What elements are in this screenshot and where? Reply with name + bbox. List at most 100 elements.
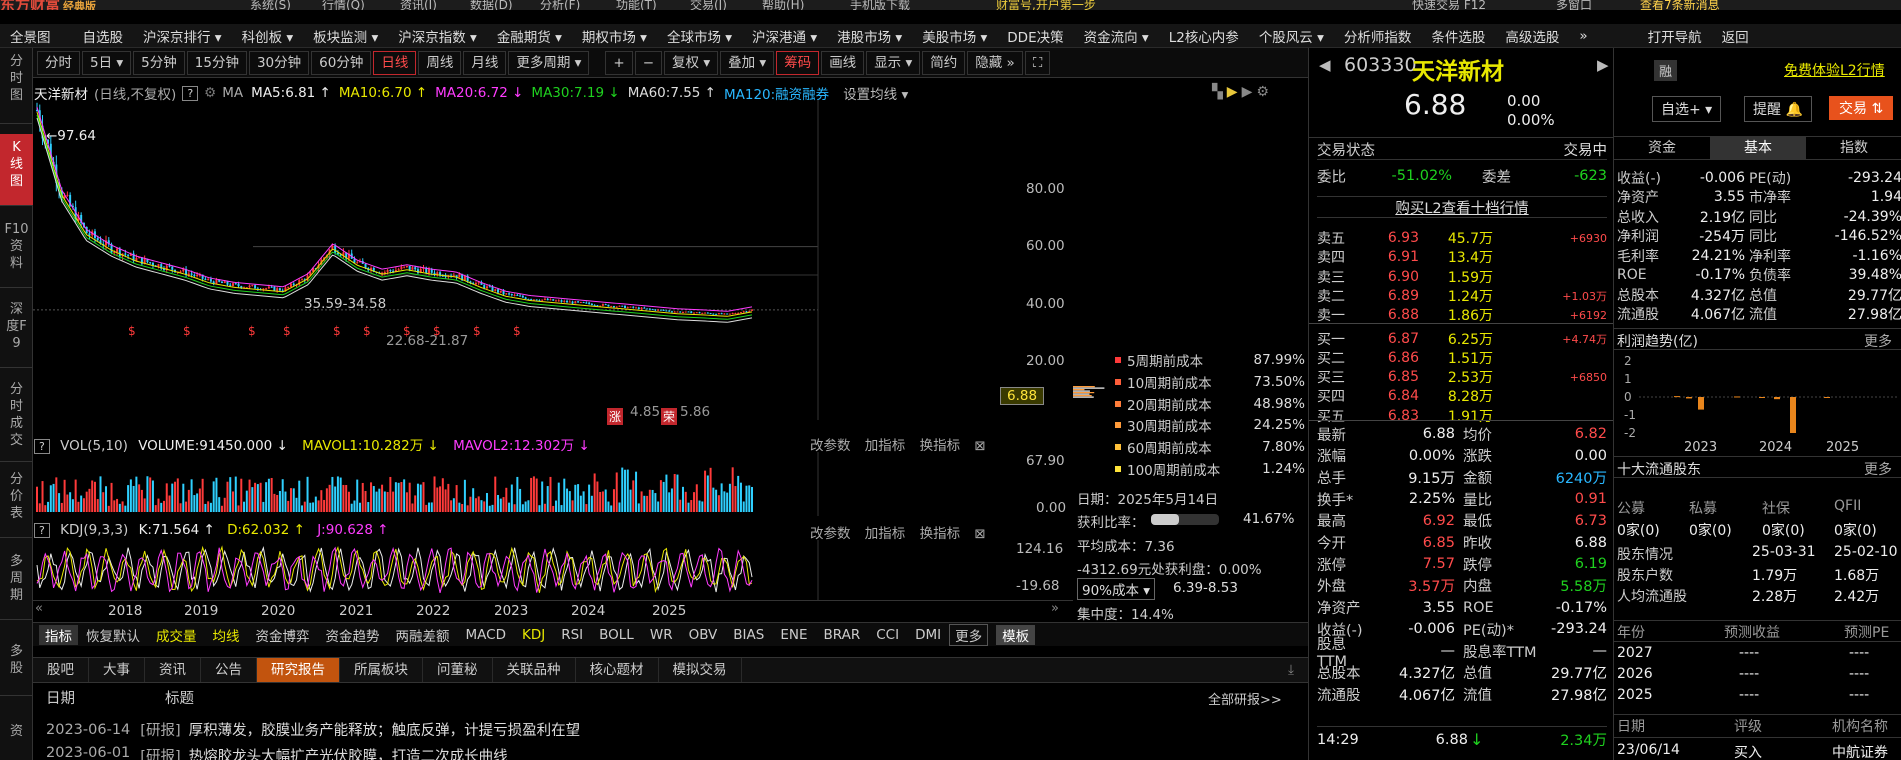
fullscreen-icon[interactable]: ⛶ xyxy=(1024,50,1051,75)
idx-tab-rsi[interactable]: RSI xyxy=(553,627,591,643)
news-row[interactable]: 2023-06-14 [研报] 厚积薄发，胶膜业务产能释放；触底反弹，计提亏损盈… xyxy=(46,719,580,740)
kdj-help-icon[interactable]: ? xyxy=(34,523,50,538)
quick-trade-button[interactable]: 快速交易 F12 xyxy=(1412,0,1486,10)
hide-button[interactable]: 隐藏 » xyxy=(967,50,1023,75)
period-5min[interactable]: 5分钟 xyxy=(133,50,185,75)
idx-tab-more[interactable]: 更多 xyxy=(949,623,989,646)
tab-sim-trade[interactable]: 模拟交易 xyxy=(659,658,742,682)
idx-tab-margin-diff[interactable]: 两融差额 xyxy=(388,625,458,645)
multi-window-button[interactable]: 多窗口 xyxy=(1556,0,1592,10)
view-price-table[interactable]: 分价表 xyxy=(0,466,33,538)
add-watchlist-button[interactable]: 自选+ ▾ xyxy=(1652,96,1722,122)
bid-level[interactable]: 买二 6.86 1.51万 xyxy=(1317,348,1607,368)
view-tick-trades[interactable]: 分时成交 xyxy=(0,376,33,462)
idx-tab-obv[interactable]: OBV xyxy=(681,627,726,643)
period-weekly[interactable]: 周线 xyxy=(418,50,462,75)
messages-link[interactable]: 查看7条新消息 xyxy=(1640,0,1720,10)
trade-button[interactable]: 交易 ⇅ xyxy=(1829,96,1894,120)
idx-tab-reset[interactable]: 恢复默认 xyxy=(78,625,148,645)
idx-tab-fund-trend[interactable]: 资金趋势 xyxy=(318,625,388,645)
draw-button[interactable]: 画线 xyxy=(821,50,865,75)
news-row[interactable]: 2023-06-01 [研报] 热熔胶龙头大幅扩产光伏胶膜，打造二次成长曲线 xyxy=(46,745,508,760)
nav-panorama[interactable]: 全景图 xyxy=(0,26,61,46)
idx-tab-wr[interactable]: WR xyxy=(642,627,681,643)
simple-button[interactable]: 简约 xyxy=(922,50,966,75)
nav-index[interactable]: 沪深京指数 ▾ xyxy=(388,26,487,46)
ask-level[interactable]: 卖五 6.93 45.7万 +6930 xyxy=(1317,228,1607,248)
bid-level[interactable]: 买一 6.87 6.25万 +4.74万 xyxy=(1317,329,1607,349)
idx-tab-dmi[interactable]: DMI xyxy=(907,627,949,643)
nav-star-market[interactable]: 科创板 ▾ xyxy=(232,26,304,46)
idx-tab-brar[interactable]: BRAR xyxy=(816,627,869,643)
view-f10[interactable]: F10资料 xyxy=(0,216,33,288)
tab-related[interactable]: 关联品种 xyxy=(493,658,576,682)
tab-events[interactable]: 大事 xyxy=(89,658,145,682)
overlay-button[interactable]: 叠加 ▾ xyxy=(720,50,775,75)
ask-level[interactable]: 卖二 6.89 1.24万 +1.03万 xyxy=(1317,286,1607,306)
bid-level[interactable]: 买三 6.85 2.53万 +6850 xyxy=(1317,367,1607,387)
download-icon[interactable]: ⤓ xyxy=(1274,658,1308,682)
nav-screener[interactable]: 条件选股 xyxy=(1421,26,1495,46)
idx-tab-ma[interactable]: 均线 xyxy=(205,625,248,645)
nav-analyst[interactable]: 分析师指数 xyxy=(1334,26,1422,46)
period-30min[interactable]: 30分钟 xyxy=(248,50,310,75)
view-multi-stock[interactable]: 多股 xyxy=(0,638,33,696)
period-15min[interactable]: 15分钟 xyxy=(186,50,247,75)
view-asset[interactable]: 资 xyxy=(0,718,33,758)
nav-back[interactable]: 返回 xyxy=(1712,26,1759,46)
kline-chart[interactable]: $ $ $ $ $ $ $ $ $ $ xyxy=(33,100,1073,420)
menu-trade[interactable]: 交易(J) xyxy=(690,0,727,10)
idx-tab-kdj[interactable]: KDJ xyxy=(514,627,553,643)
view-kline[interactable]: K线图 xyxy=(0,134,33,206)
nav-fund-flow[interactable]: 资金流向 ▾ xyxy=(1074,26,1159,46)
alert-button[interactable]: 提醒 🔔 xyxy=(1744,96,1812,122)
menu-function[interactable]: 功能(T) xyxy=(616,0,657,10)
volume-chart[interactable] xyxy=(33,452,1073,516)
menu-help[interactable]: 帮助(H) xyxy=(762,0,804,10)
scroll-left-icon[interactable]: « xyxy=(35,601,43,616)
idx-tab-indicators[interactable]: 指标 xyxy=(39,624,78,645)
menu-analysis[interactable]: 分析(F) xyxy=(540,0,580,10)
period-60min[interactable]: 60分钟 xyxy=(311,50,372,75)
all-research-link[interactable]: 全部研报>> xyxy=(1208,689,1282,708)
tab-sectors[interactable]: 所属板块 xyxy=(340,658,423,682)
idx-tab-cci[interactable]: CCI xyxy=(868,627,907,643)
chips-button[interactable]: 筹码 xyxy=(776,50,820,75)
tab-themes[interactable]: 核心题材 xyxy=(576,658,659,682)
tab-basic[interactable]: 基本 xyxy=(1710,137,1806,159)
view-timeshare[interactable]: 分时图 xyxy=(0,48,33,124)
next-stock-icon[interactable]: ▶ xyxy=(1597,56,1609,74)
nav-hk-connect[interactable]: 沪深港通 ▾ xyxy=(742,26,827,46)
tab-fund-flow[interactable]: 资金 xyxy=(1614,137,1710,159)
idx-tab-volume[interactable]: 成交量 xyxy=(148,625,205,645)
menu-quote[interactable]: 行情(Q) xyxy=(322,0,365,10)
menu-info[interactable]: 资讯(I) xyxy=(400,0,437,10)
help-icon[interactable]: ? xyxy=(182,85,199,101)
tab-announcements[interactable]: 公告 xyxy=(201,658,257,682)
nav-adv-screener[interactable]: 高级选股 xyxy=(1495,26,1569,46)
profit-more-link[interactable]: 更多 xyxy=(1864,331,1892,351)
free-l2-link[interactable]: 免费体验L2行情 xyxy=(1784,60,1885,80)
tab-research[interactable]: 研究报告 xyxy=(257,658,340,682)
menu-data[interactable]: 数据(D) xyxy=(470,0,513,10)
period-monthly[interactable]: 月线 xyxy=(463,50,507,75)
zoom-out-button[interactable]: − xyxy=(634,50,663,75)
holders-more-link[interactable]: 更多 xyxy=(1864,459,1892,479)
nav-hk-market[interactable]: 港股市场 ▾ xyxy=(827,26,912,46)
menu-system[interactable]: 系统(S) xyxy=(250,0,291,10)
tab-news[interactable]: 资讯 xyxy=(145,658,201,682)
nav-open-guide[interactable]: 打开导航 xyxy=(1638,26,1712,46)
cost-pct-select[interactable]: 90%成本 ▾ xyxy=(1077,578,1156,600)
ask-level[interactable]: 卖三 6.90 1.59万 xyxy=(1317,267,1607,287)
chart-tools-icon[interactable]: ▚▶▶⚙ xyxy=(1212,84,1273,100)
nav-l2[interactable]: L2核心内参 xyxy=(1159,26,1249,46)
nav-us-market[interactable]: 美股市场 ▾ xyxy=(912,26,997,46)
buy-l2-link[interactable]: 购买L2查看十档行情 xyxy=(1395,197,1528,218)
nav-options[interactable]: 期权市场 ▾ xyxy=(572,26,657,46)
mobile-download-link[interactable]: 手机版下载 xyxy=(850,0,910,10)
zoom-in-button[interactable]: + xyxy=(605,50,633,75)
tab-guba[interactable]: 股吧 xyxy=(33,658,89,682)
scroll-right-icon[interactable]: » xyxy=(1051,601,1059,616)
idx-tab-template[interactable]: 模板 xyxy=(996,624,1036,645)
period-more[interactable]: 更多周期 ▾ xyxy=(508,50,590,75)
